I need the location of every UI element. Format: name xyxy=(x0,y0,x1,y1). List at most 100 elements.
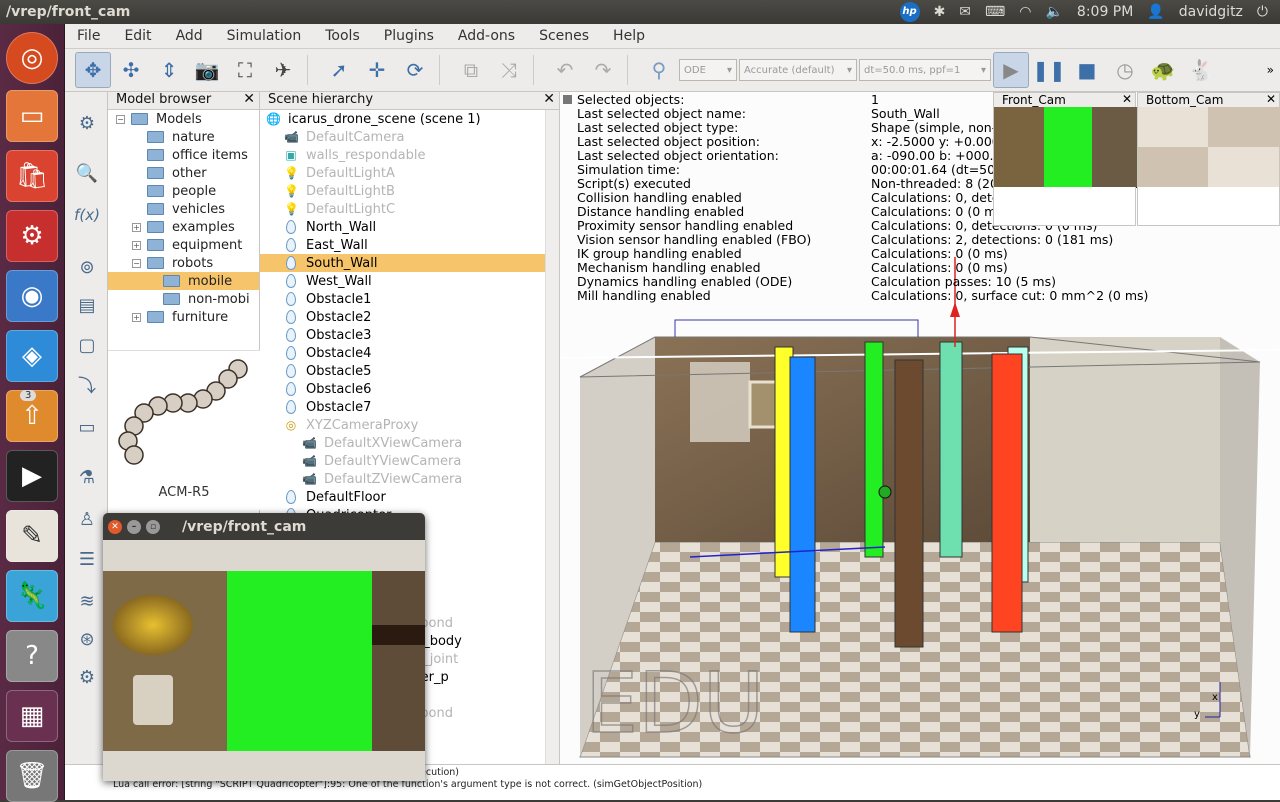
minimize-window-icon[interactable]: – xyxy=(127,519,141,534)
menu-help[interactable]: Help xyxy=(601,28,657,44)
start-simulation-icon[interactable]: ▶ xyxy=(993,52,1029,88)
model-tree-item[interactable]: mobile xyxy=(108,272,259,290)
object-shift-icon[interactable]: ✛ xyxy=(359,52,395,88)
shape-edit-icon[interactable]: ▢ xyxy=(72,330,102,360)
bottom-cam-view[interactable]: Bottom_Cam ✕ xyxy=(1137,92,1280,226)
selection-icon[interactable]: ▤ xyxy=(72,290,102,320)
expand-icon[interactable]: + xyxy=(132,222,141,232)
model-tree-item[interactable]: office items xyxy=(108,146,259,164)
model-browser-toggle-icon[interactable]: ☰ xyxy=(72,544,102,574)
front-cam-view[interactable]: Front_Cam ✕ xyxy=(993,92,1137,226)
menu-file[interactable]: File xyxy=(65,28,112,44)
speed-up-icon[interactable]: 🐇 xyxy=(1183,52,1219,88)
fit-to-view-icon[interactable]: ⛶ xyxy=(227,52,263,88)
menu-addons[interactable]: Add-ons xyxy=(446,28,527,44)
undo-icon[interactable]: ↶ xyxy=(547,52,583,88)
click-select-icon[interactable]: ➚ xyxy=(321,52,357,88)
expand-icon[interactable]: + xyxy=(132,312,141,322)
dynamics-toggle-icon[interactable]: ⚲ xyxy=(641,52,677,88)
hierarchy-item[interactable]: Obstacle7 xyxy=(260,398,559,416)
hp-icon[interactable]: hp xyxy=(899,2,920,22)
hierarchy-item[interactable]: 📹 DefaultCamera xyxy=(260,128,559,146)
wifi-icon[interactable]: ◠ xyxy=(1019,4,1031,20)
camera-pan-icon[interactable]: ✥ xyxy=(75,52,111,88)
model-tree-item[interactable]: − robots xyxy=(108,254,259,272)
close-icon[interactable]: ✕ xyxy=(1122,92,1132,106)
hierarchy-item[interactable]: 📹 DefaultXViewCamera xyxy=(260,434,559,452)
model-tree-item[interactable]: nature xyxy=(108,128,259,146)
menu-add[interactable]: Add xyxy=(164,28,215,44)
accuracy-select[interactable]: Accurate (default) ▾ xyxy=(739,59,857,81)
video-recorder-icon[interactable]: ⊛ xyxy=(72,624,102,654)
maximize-window-icon[interactable]: ▫ xyxy=(146,519,160,534)
dropbox-icon[interactable]: ✱ xyxy=(934,4,946,20)
close-icon[interactable]: ✕ xyxy=(1266,92,1276,106)
power-icon[interactable]: ⏻ xyxy=(1257,4,1268,20)
camera-rotate-icon[interactable]: ✣ xyxy=(113,52,149,88)
hierarchy-item[interactable]: 💡 DefaultLightB xyxy=(260,182,559,200)
collections-icon[interactable]: ⊚ xyxy=(72,252,102,282)
model-tree-item[interactable]: non-mobi xyxy=(108,290,259,308)
close-icon[interactable]: ✕ xyxy=(543,91,555,107)
redo-icon[interactable]: ↷ xyxy=(585,52,621,88)
physics-engine-select[interactable]: ODE ▾ xyxy=(679,59,737,81)
stop-simulation-icon[interactable]: ■ xyxy=(1069,52,1105,88)
update-manager-icon[interactable]: ⇧ 3 xyxy=(6,390,58,442)
path-edit-icon[interactable]: ⤵ xyxy=(72,370,102,400)
collapse-icon[interactable]: − xyxy=(132,258,141,268)
menu-simulation[interactable]: Simulation xyxy=(215,28,314,44)
camera-angle-icon[interactable]: 📷 xyxy=(189,52,225,88)
hierarchy-item[interactable]: East_Wall xyxy=(260,236,559,254)
page-selector-icon[interactable]: ≋ xyxy=(72,586,102,616)
hierarchy-item[interactable]: South_Wall xyxy=(260,254,559,272)
expand-icon[interactable]: + xyxy=(132,240,141,250)
hierarchy-scrollbar[interactable] xyxy=(545,110,559,772)
hierarchy-item[interactable]: 💡 DefaultLightA xyxy=(260,164,559,182)
toolbar-overflow-icon[interactable]: » xyxy=(1267,63,1280,77)
model-tree-item[interactable]: people xyxy=(108,182,259,200)
model-tree-item[interactable]: − Models xyxy=(108,110,259,128)
mail-icon[interactable]: ✉ xyxy=(959,4,971,20)
user-settings-icon[interactable]: ⚙ xyxy=(72,662,102,692)
real-time-icon[interactable]: ◷ xyxy=(1107,52,1143,88)
hierarchy-item[interactable]: Obstacle5 xyxy=(260,362,559,380)
close-window-icon[interactable]: ✕ xyxy=(108,519,122,534)
collapse-icon[interactable]: − xyxy=(116,114,125,124)
pause-simulation-icon[interactable]: ❚❚ xyxy=(1031,52,1067,88)
menu-edit[interactable]: Edit xyxy=(112,28,163,44)
hierarchy-item[interactable]: ▣ walls_respondable xyxy=(260,146,559,164)
hierarchy-item[interactable]: Obstacle4 xyxy=(260,344,559,362)
object-rotate-icon[interactable]: ⟳ xyxy=(397,52,433,88)
menu-scenes[interactable]: Scenes xyxy=(527,28,601,44)
model-tree-item[interactable]: other xyxy=(108,164,259,182)
scene-view[interactable]: y x EDU Selected objects: 1 Last selected … xyxy=(560,92,1280,764)
front-cam-window-titlebar[interactable]: ✕ – ▫ /vrep/front_cam xyxy=(103,513,425,540)
hierarchy-item[interactable]: Obstacle3 xyxy=(260,326,559,344)
software-center-icon[interactable]: 🛍 xyxy=(6,150,58,202)
files-icon[interactable]: ▭ xyxy=(6,90,58,142)
hierarchy-item[interactable]: 🌐 icarus_drone_scene (scene 1) xyxy=(260,110,559,128)
front-cam-window[interactable]: ✕ – ▫ /vrep/front_cam xyxy=(103,513,425,781)
layers-icon[interactable]: ▭ xyxy=(72,412,102,442)
environment-icon[interactable]: ⚗ xyxy=(72,462,102,492)
calculation-modules-icon[interactable]: 🔍 xyxy=(72,158,102,188)
menu-plugins[interactable]: Plugins xyxy=(372,28,446,44)
hierarchy-item[interactable]: 💡 DefaultLightC xyxy=(260,200,559,218)
scene-object-properties-icon[interactable]: ⚙ xyxy=(72,108,102,138)
ubuntu-logo-icon[interactable]: ◎ xyxy=(6,32,58,84)
hierarchy-item[interactable]: West_Wall xyxy=(260,272,559,290)
clock[interactable]: 8:09 PM xyxy=(1077,4,1133,20)
model-preview[interactable]: ACM-R5 xyxy=(108,350,260,510)
timestep-select[interactable]: dt=50.0 ms, ppf=1 ▾ xyxy=(859,59,991,81)
hierarchy-item[interactable]: 📹 DefaultZViewCamera xyxy=(260,470,559,488)
fly-icon[interactable]: ✈ xyxy=(265,52,301,88)
help-icon[interactable]: ? xyxy=(6,630,58,682)
settings-icon[interactable]: ⚙ xyxy=(6,210,58,262)
chrome-icon[interactable]: ◉ xyxy=(6,270,58,322)
hierarchy-item[interactable]: North_Wall xyxy=(260,218,559,236)
hierarchy-item[interactable]: Obstacle6 xyxy=(260,380,559,398)
workspace-switcher-icon[interactable]: ▦ xyxy=(6,690,58,742)
keyboard-icon[interactable]: ⌨ xyxy=(985,4,1005,20)
terminal-icon[interactable]: ▶ xyxy=(6,450,58,502)
model-tree-item[interactable]: vehicles xyxy=(108,200,259,218)
